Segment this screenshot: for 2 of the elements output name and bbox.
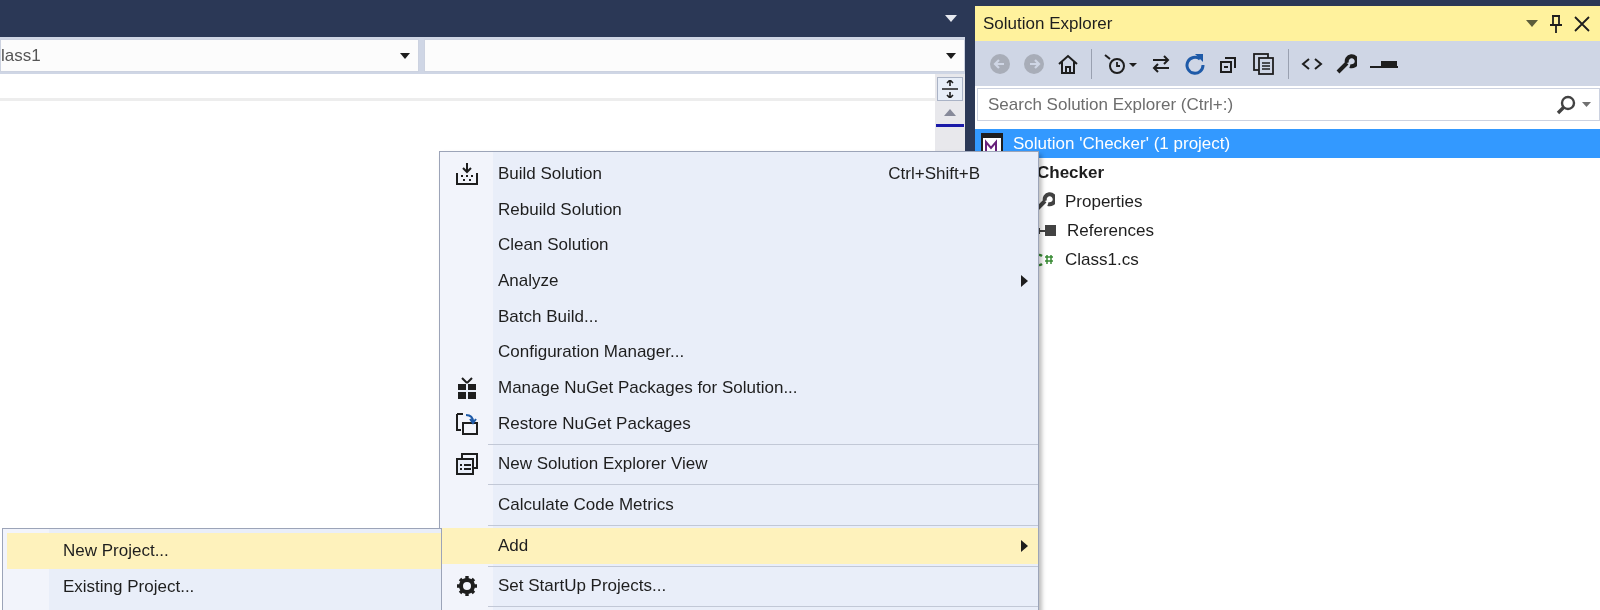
- shortcut-label: Ctrl+Shift+B: [888, 163, 981, 184]
- panel-title: Solution Explorer: [983, 13, 1113, 34]
